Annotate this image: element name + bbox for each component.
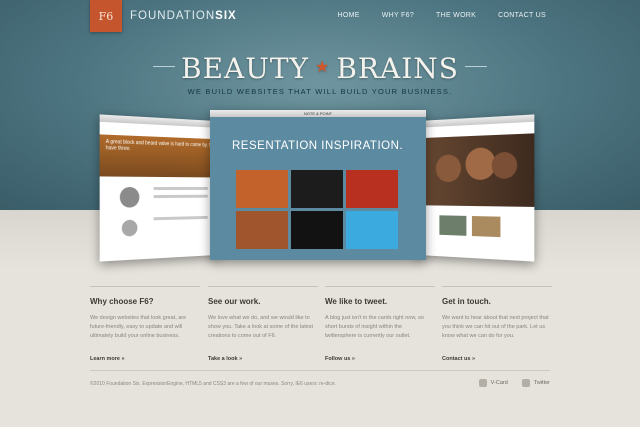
gallery-tile: [346, 170, 398, 208]
brand-suffix: SIX: [215, 10, 237, 22]
nav-contact-us[interactable]: CONTACT US: [498, 12, 546, 19]
right-shot-thumbs: [439, 215, 501, 238]
column-rule: [208, 286, 318, 287]
hero-headline: BEAUTY ★ BRAINS: [0, 52, 640, 85]
column-title: Get in touch.: [442, 297, 491, 306]
column-rule: [442, 286, 552, 287]
footer-copyright: ©2010 Foundation Six. ExpressionEngine, …: [90, 381, 336, 387]
contact-us-link[interactable]: Contact us »: [442, 356, 475, 362]
follow-us-link[interactable]: Follow us »: [325, 356, 355, 362]
headline-left: BEAUTY: [181, 52, 310, 85]
gallery-tile: [346, 211, 398, 249]
left-shot-content: [119, 186, 208, 237]
column-tweet: We like to tweet. A blog just isn't in t…: [325, 286, 435, 365]
vcard-icon: [478, 379, 487, 387]
column-title: Why choose F6?: [90, 297, 154, 306]
take-a-look-link[interactable]: Take a look »: [208, 356, 242, 362]
window-titlebar: NOTE & POINT: [210, 110, 426, 117]
family-photo: [413, 133, 535, 207]
left-shot-blurb: A great block and beard valve is hard to…: [105, 138, 216, 153]
column-contact: Get in touch. We want to hear about that…: [442, 286, 552, 365]
twitter-icon: [521, 379, 530, 387]
footer-links: V-Card Twitter: [478, 379, 550, 387]
showcase-center-screenshot[interactable]: NOTE & POINT RESENTATION INSPIRATION.: [210, 110, 426, 260]
hero-tagline: WE BUILD WEBSITES THAT WILL BUILD YOUR B…: [187, 87, 453, 96]
column-title: See our work.: [208, 297, 261, 306]
center-gallery: [236, 170, 398, 249]
column-body: We design websites that look great, are …: [90, 315, 187, 339]
brand-name[interactable]: FOUNDATIONSIX: [130, 10, 237, 22]
column-body: We love what we do, and we would like to…: [208, 315, 314, 339]
logo-badge[interactable]: F6: [90, 0, 122, 32]
gallery-tile: [291, 211, 343, 249]
headline-right: BRAINS: [336, 52, 459, 85]
gallery-tile: [291, 170, 343, 208]
showcase-right-screenshot[interactable]: [413, 114, 535, 262]
brand-prefix: FOUNDATION: [130, 10, 216, 22]
column-body: We want to hear about that next project …: [442, 315, 549, 339]
gallery-tile: [236, 170, 288, 208]
main-nav: HOME WHY F6? THE WORK CONTACT US: [338, 12, 547, 19]
nav-home[interactable]: HOME: [338, 12, 360, 19]
vcard-label: V-Card: [490, 380, 508, 386]
twitter-label: Twitter: [533, 380, 550, 386]
gallery-tile: [236, 211, 288, 249]
nav-the-work[interactable]: THE WORK: [436, 12, 476, 19]
column-why: Why choose F6? We design websites that l…: [90, 286, 200, 365]
footer-divider: [90, 370, 550, 371]
star-icon: ★: [315, 57, 331, 76]
column-rule: [325, 286, 435, 287]
column-work: See our work. We love what we do, and we…: [208, 286, 318, 365]
column-body: A blog just isn't in the cards right now…: [325, 315, 424, 339]
nav-why-f6[interactable]: WHY F6?: [382, 12, 414, 19]
column-rule: [90, 286, 200, 287]
showcase-left-screenshot[interactable]: A great block and beard valve is hard to…: [99, 114, 221, 262]
left-shot-banner: A great block and beard valve is hard to…: [99, 134, 221, 178]
center-shot-heading: RESENTATION INSPIRATION.: [232, 140, 404, 152]
twitter-link[interactable]: Twitter: [521, 379, 550, 387]
vcard-link[interactable]: V-Card: [478, 379, 508, 387]
column-title: We like to tweet.: [325, 297, 388, 306]
learn-more-link[interactable]: Learn more »: [90, 356, 125, 362]
